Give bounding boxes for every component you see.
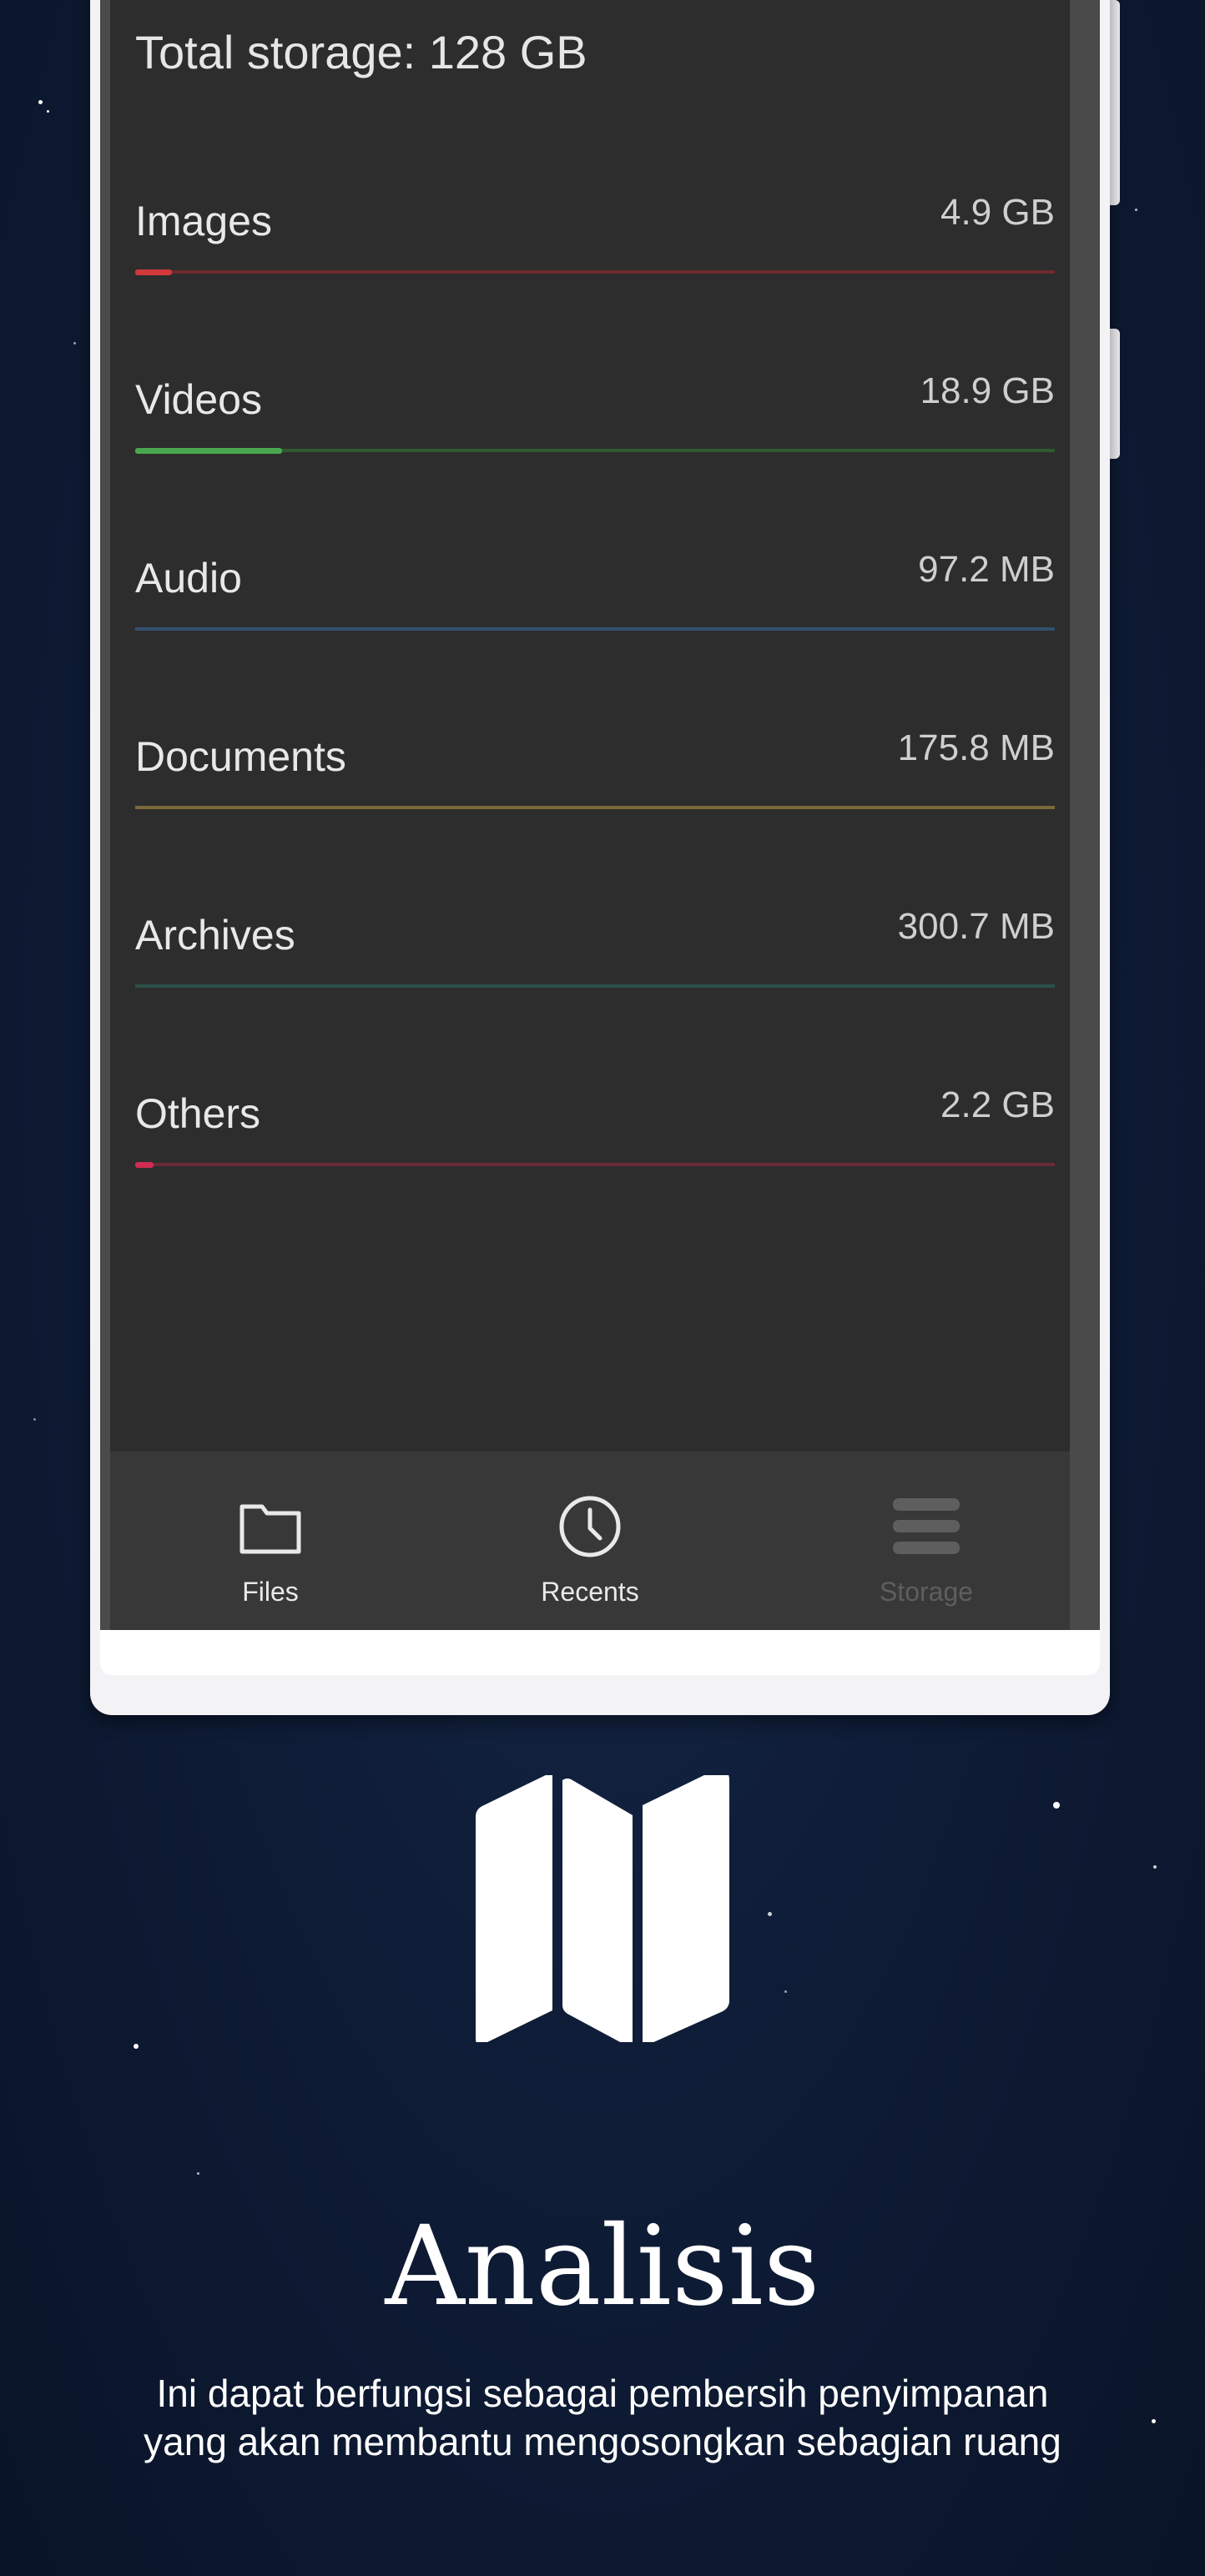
nav-storage[interactable]: Storage <box>801 1452 1051 1630</box>
nav-recents-label: Recents <box>541 1577 639 1607</box>
category-label: Images <box>135 198 272 244</box>
phone-frame: Total storage: 128 GB Images 4.9 GB Vide… <box>90 0 1110 1715</box>
star <box>47 110 49 113</box>
star <box>1135 209 1137 211</box>
clock-icon <box>559 1496 621 1557</box>
category-size: 18.9 GB <box>920 370 1055 411</box>
star <box>197 2172 199 2175</box>
category-row-documents[interactable]: Documents 175.8 MB <box>135 727 1055 833</box>
star <box>33 1418 36 1421</box>
folder-icon <box>239 1504 301 1554</box>
category-label: Audio <box>135 555 242 601</box>
usage-fill <box>135 1162 154 1168</box>
nav-recents[interactable]: Recents <box>465 1452 715 1630</box>
category-row-archives[interactable]: Archives 300.7 MB <box>135 906 1055 1011</box>
category-size: 300.7 MB <box>897 906 1055 947</box>
phone-side-button <box>1110 329 1120 459</box>
category-size: 175.8 MB <box>897 727 1055 768</box>
total-storage-label: Total storage: 128 GB <box>135 26 587 78</box>
category-row-images[interactable]: Images 4.9 GB <box>135 192 1055 297</box>
star <box>134 2044 139 2049</box>
usage-fill <box>135 448 283 454</box>
storage-icon <box>893 1498 960 1554</box>
star <box>784 1990 787 1993</box>
star <box>73 342 76 345</box>
category-row-videos[interactable]: Videos 18.9 GB <box>135 370 1055 475</box>
star <box>768 1912 772 1916</box>
category-label: Archives <box>135 912 295 958</box>
category-size: 4.9 GB <box>940 192 1055 233</box>
promo-description-line2: yang akan membantu mengosongkan sebagian… <box>144 2420 1061 2463</box>
star <box>38 100 43 104</box>
phone-bottom-bezel <box>100 1630 1100 1675</box>
star <box>1153 1865 1157 1869</box>
usage-track <box>135 627 1055 631</box>
category-row-audio[interactable]: Audio 97.2 MB <box>135 549 1055 654</box>
promo-description-line1: Ini dapat berfungsi sebagai pembersih pe… <box>156 2372 1049 2415</box>
storage-screen: Total storage: 128 GB Images 4.9 GB Vide… <box>110 0 1070 1630</box>
category-size: 97.2 MB <box>918 549 1055 590</box>
star <box>1053 1802 1060 1809</box>
map-icon <box>476 1775 729 2042</box>
category-label: Others <box>135 1090 261 1137</box>
category-size: 2.2 GB <box>940 1084 1055 1125</box>
promo-description: Ini dapat berfungsi sebagai pembersih pe… <box>83 2369 1122 2466</box>
usage-track <box>135 806 1055 809</box>
promo-title: Analisis <box>385 2202 820 2331</box>
category-label: Videos <box>135 376 262 423</box>
star <box>1152 2419 1156 2423</box>
usage-track <box>135 269 1055 275</box>
usage-fill <box>135 269 173 275</box>
nav-files-label: Files <box>242 1577 299 1607</box>
category-row-others[interactable]: Others 2.2 GB <box>135 1084 1055 1190</box>
category-label: Documents <box>135 733 346 780</box>
usage-track <box>135 448 1055 454</box>
usage-track <box>135 984 1055 988</box>
nav-files[interactable]: Files <box>145 1452 396 1630</box>
phone-side-button <box>1110 0 1120 205</box>
bottom-navigation: Files Recents Storage <box>110 1452 1070 1630</box>
nav-storage-label: Storage <box>879 1577 974 1607</box>
usage-track <box>135 1162 1055 1168</box>
